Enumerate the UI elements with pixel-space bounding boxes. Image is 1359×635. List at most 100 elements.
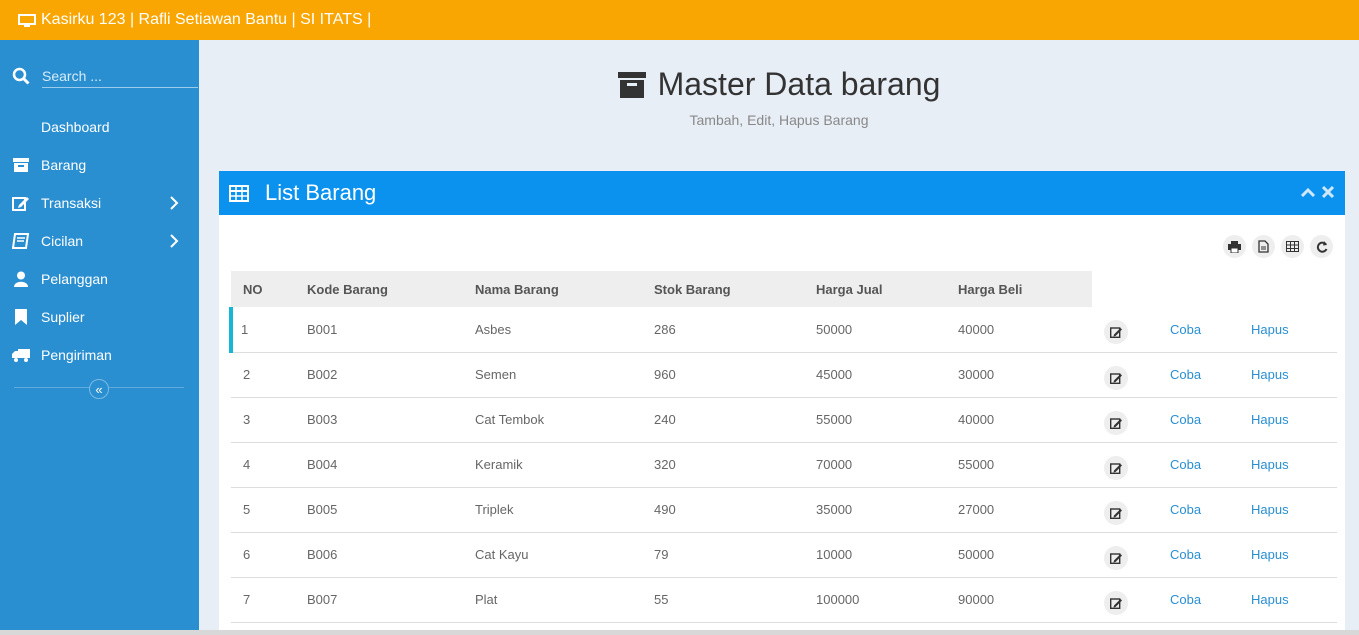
sidebar: Dashboard Barang Transaksi Cicilan Pelan… [0, 40, 199, 635]
sidebar-item-label: Suplier [41, 309, 85, 325]
hapus-link[interactable]: Hapus [1251, 412, 1289, 427]
column-header[interactable]: Kode Barang [295, 271, 463, 307]
column-header[interactable]: NO [231, 271, 295, 307]
sidebar-item-pengiriman[interactable]: Pengiriman [0, 336, 199, 374]
hapus-link[interactable]: Hapus [1251, 367, 1289, 382]
column-header[interactable]: Harga Jual [804, 271, 946, 307]
column-header[interactable]: Harga Beli [946, 271, 1092, 307]
cell-harga-jual: 55000 [804, 397, 946, 443]
edit-button[interactable] [1104, 455, 1128, 480]
refresh-button[interactable] [1310, 235, 1333, 258]
edit-icon [1109, 327, 1122, 339]
sidebar-search [12, 64, 198, 88]
edit-button[interactable] [1104, 545, 1128, 570]
cell-stok: 286 [642, 307, 804, 353]
chevron-right-icon [170, 234, 179, 248]
cell-harga-beli: 40000 [946, 307, 1092, 353]
table-row: 4 B004 Keramik 320 70000 55000 Coba Hapus [231, 442, 1337, 488]
cell-kode: B005 [295, 487, 463, 533]
hapus-link[interactable]: Hapus [1251, 592, 1289, 607]
cell-nama: Keramik [463, 442, 642, 488]
cell-no: 3 [231, 397, 295, 443]
monitor-icon [18, 13, 36, 27]
sidebar-item-suplier[interactable]: Suplier [0, 298, 199, 336]
search-icon[interactable] [12, 67, 30, 85]
edit-icon [1109, 462, 1122, 474]
coba-link[interactable]: Coba [1170, 547, 1201, 562]
page-title: Master Data barang [657, 66, 941, 102]
hapus-link[interactable]: Hapus [1251, 502, 1289, 517]
table-row: 6 B006 Cat Kayu 79 10000 50000 Coba Hapus [231, 532, 1337, 578]
cell-harga-jual: 70000 [804, 442, 946, 488]
table-row: 1 B001 Asbes 286 50000 40000 Coba Hapus [229, 307, 1337, 353]
app-title: Kasirku 123 | Rafli Setiawan Bantu | SI … [41, 11, 372, 28]
chevron-right-icon [170, 196, 179, 210]
double-chevron-left-icon: « [95, 381, 103, 397]
cell-harga-jual: 100000 [804, 577, 946, 623]
sidebar-item-label: Pelanggan [41, 271, 108, 287]
sidebar-collapse-button[interactable]: « [89, 379, 109, 399]
print-button[interactable] [1223, 235, 1246, 258]
coba-link[interactable]: Coba [1170, 367, 1201, 382]
sidebar-item-label: Transaksi [41, 195, 102, 211]
sidebar-item-label: Cicilan [41, 233, 84, 249]
cell-harga-jual: 45000 [804, 352, 946, 398]
edit-button[interactable] [1104, 590, 1128, 615]
cell-nama: Cat Kayu [463, 532, 642, 578]
sidebar-item-label: Pengiriman [41, 347, 112, 363]
cell-nama: Cat Tembok [463, 397, 642, 443]
close-panel-button[interactable] [1321, 184, 1335, 200]
cell-stok: 79 [642, 532, 804, 578]
column-header[interactable]: Nama Barang [463, 271, 642, 307]
cell-kode: B001 [295, 307, 463, 353]
coba-link[interactable]: Coba [1170, 457, 1201, 472]
edit-icon [1109, 507, 1122, 519]
sidebar-item-cicilan[interactable]: Cicilan [0, 222, 199, 260]
sidebar-item-label: Dashboard [41, 119, 110, 135]
edit-button[interactable] [1104, 365, 1128, 390]
bookmark-icon [12, 309, 30, 325]
coba-link[interactable]: Coba [1170, 322, 1201, 337]
file-icon [1258, 240, 1269, 253]
edit-button[interactable] [1104, 320, 1128, 345]
truck-icon [12, 347, 30, 363]
archive-icon [12, 157, 30, 173]
cell-stok: 960 [642, 352, 804, 398]
column-header[interactable]: Stok Barang [642, 271, 804, 307]
sidebar-item-pelanggan[interactable]: Pelanggan [0, 260, 199, 298]
edit-button[interactable] [1104, 500, 1128, 525]
cell-no: 1 [229, 307, 295, 353]
barang-table: NO Kode Barang Nama Barang Stok Barang H… [229, 271, 1337, 623]
edit-icon [12, 195, 30, 211]
sidebar-item-transaksi[interactable]: Transaksi [0, 184, 199, 222]
cell-nama: Plat [463, 577, 642, 623]
cell-kode: B007 [295, 577, 463, 623]
coba-link[interactable]: Coba [1170, 592, 1201, 607]
search-input[interactable] [42, 64, 198, 88]
hapus-link[interactable]: Hapus [1251, 322, 1289, 337]
table-row: 2 B002 Semen 960 45000 30000 Coba Hapus [231, 352, 1337, 398]
sidebar-item-barang[interactable]: Barang [0, 146, 199, 184]
edit-icon [1109, 597, 1122, 609]
user-icon [12, 271, 30, 287]
sidebar-item-label: Barang [41, 157, 87, 173]
sidebar-item-dashboard[interactable]: Dashboard [0, 108, 199, 146]
cell-kode: B006 [295, 532, 463, 578]
table-icon [229, 184, 249, 202]
edit-button[interactable] [1104, 410, 1128, 435]
export-pdf-button[interactable] [1252, 235, 1275, 258]
edit-icon [1109, 552, 1122, 564]
page-subtitle: Tambah, Edit, Hapus Barang [689, 112, 869, 128]
coba-link[interactable]: Coba [1170, 412, 1201, 427]
export-excel-button[interactable] [1281, 235, 1304, 258]
hapus-link[interactable]: Hapus [1251, 457, 1289, 472]
cell-harga-jual: 35000 [804, 487, 946, 533]
cell-harga-beli: 27000 [946, 487, 1092, 533]
hapus-link[interactable]: Hapus [1251, 547, 1289, 562]
table-row: 3 B003 Cat Tembok 240 55000 40000 Coba Hapus [231, 397, 1337, 443]
cell-no: 5 [231, 487, 295, 533]
cell-harga-beli: 50000 [946, 532, 1092, 578]
collapse-panel-button[interactable] [1301, 184, 1315, 200]
coba-link[interactable]: Coba [1170, 502, 1201, 517]
table-toolbar [1223, 235, 1333, 258]
